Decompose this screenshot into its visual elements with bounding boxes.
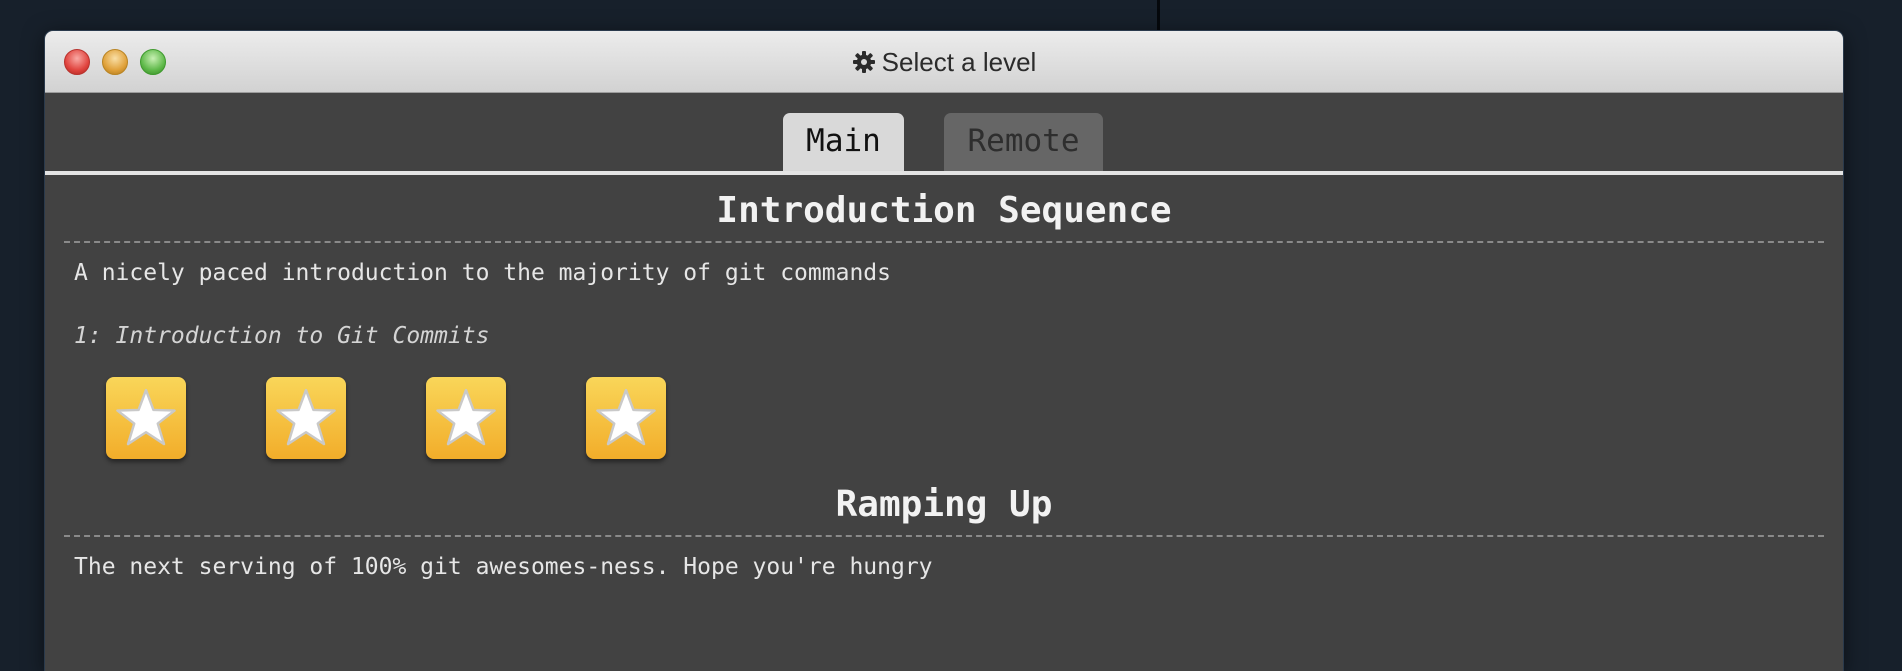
window-title-text: Select a level [881, 47, 1037, 77]
level-select-window: Select a level Main Remote Introduction … [45, 31, 1843, 671]
star-icon [116, 388, 176, 446]
star-icon [436, 388, 496, 446]
sequence-description: The next serving of 100% git awesomes-ne… [74, 554, 933, 580]
sequence-divider [64, 535, 1824, 537]
level-name: 1: Introduction to Git Commits [74, 323, 490, 349]
sequence-introduction: Introduction Sequence A nicely paced int… [45, 191, 1843, 459]
tab-remote[interactable]: Remote [944, 113, 1103, 171]
level-button-2[interactable] [266, 377, 346, 459]
star-icon [276, 388, 336, 446]
sequence-description: A nicely paced introduction to the major… [74, 260, 891, 286]
level-button-3[interactable] [426, 377, 506, 459]
background-divider [1157, 0, 1160, 34]
sequence-ramping-up: Ramping Up The next serving of 100% git … [45, 485, 1843, 582]
sequence-title: Introduction Sequence [716, 190, 1172, 231]
sequence-divider [64, 241, 1824, 243]
window-title: Select a level [45, 47, 1843, 78]
title-bar: Select a level [45, 31, 1843, 93]
tab-main[interactable]: Main [783, 113, 904, 171]
level-button-1[interactable] [106, 377, 186, 459]
level-buttons [45, 377, 1843, 459]
star-icon [596, 388, 656, 446]
tab-bar: Main Remote [45, 93, 1843, 175]
sequence-title: Ramping Up [835, 484, 1053, 525]
gear-icon [852, 51, 875, 73]
level-button-4[interactable] [586, 377, 666, 459]
